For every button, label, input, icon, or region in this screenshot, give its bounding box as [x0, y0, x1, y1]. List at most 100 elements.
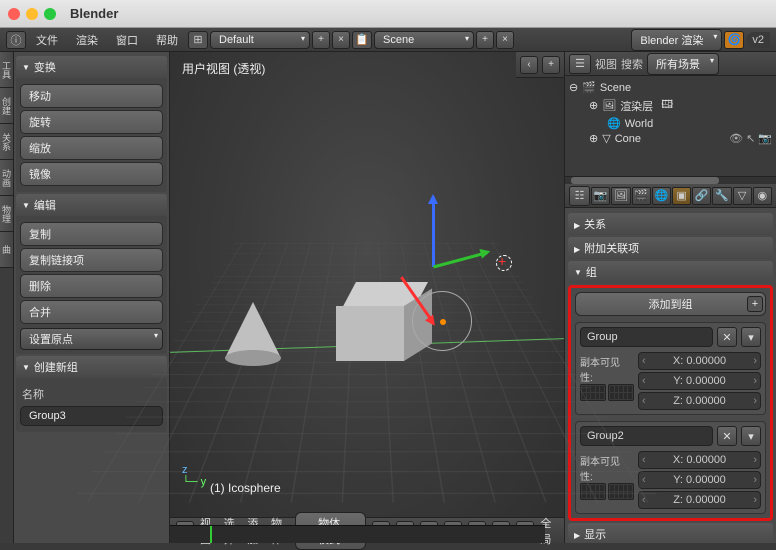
duplicate-linked-button[interactable]: 复制链接项	[20, 248, 163, 272]
join-button[interactable]: 合并	[20, 300, 163, 324]
add-to-group-button[interactable]: 添加到组 +	[575, 292, 766, 316]
remove-layout-button[interactable]: ×	[332, 31, 350, 49]
group-offset-x[interactable]: ‹X: 0.00000›	[638, 352, 761, 370]
tab-object[interactable]: ▣	[672, 187, 691, 205]
blender-logo-icon: 🌀	[724, 31, 744, 49]
tab-renderlayer[interactable]: 🖼	[611, 187, 630, 205]
transform-panel-header[interactable]: 变换	[16, 56, 167, 78]
tab-constraints[interactable]: 🔗	[692, 187, 711, 205]
active-object-label: (1) Icosphere	[210, 481, 281, 495]
vtab-tools[interactable]: 工具	[0, 52, 13, 88]
rotate-button[interactable]: 旋转	[20, 110, 163, 134]
minimize-window-button[interactable]	[26, 8, 38, 20]
renderable-camera-icon[interactable]: 📷	[758, 132, 772, 145]
outliner-search-menu[interactable]: 搜索	[621, 56, 643, 72]
render-engine-dropdown[interactable]: Blender 渲染	[631, 29, 722, 51]
dupli-layers-b[interactable]	[608, 384, 634, 401]
editor-type-icon[interactable]: ⓘ	[6, 31, 26, 49]
edit-panel-header[interactable]: 编辑	[16, 194, 167, 216]
tree-cone[interactable]: Cone	[615, 133, 641, 145]
remove-group-button[interactable]: ✕	[717, 426, 737, 446]
extra-relations-panel-header[interactable]: 附加关联项	[568, 237, 773, 259]
vtab-relations[interactable]: 关系	[0, 124, 13, 160]
disclosure-plus-icon[interactable]: ⊕	[589, 132, 598, 145]
vtab-curve[interactable]: 曲	[0, 232, 13, 268]
relations-panel-header[interactable]: 关系	[568, 213, 773, 235]
object-origin-gizmo	[412, 291, 472, 351]
delete-button[interactable]: 删除	[20, 274, 163, 298]
tree-world[interactable]: World	[625, 118, 654, 130]
tab-modifiers[interactable]: 🔧	[712, 187, 731, 205]
tab-render[interactable]: 📷	[591, 187, 610, 205]
duplicate-button[interactable]: 复制	[20, 222, 163, 246]
timeline[interactable]	[170, 525, 545, 543]
info-header: ⓘ 文件 渲染 窗口 帮助 ⊞ Default + × 📋 Scene + × …	[0, 28, 776, 52]
axis-orientation-gizmo: z└─ y	[182, 464, 206, 488]
group-offset-y[interactable]: ‹Y: 0.00000›	[638, 372, 761, 390]
scene-dropdown[interactable]: Scene	[374, 31, 474, 49]
timeline-playhead[interactable]	[210, 526, 212, 543]
scene-icon[interactable]: 📋	[352, 31, 372, 49]
group-menu-button[interactable]: ▾	[741, 327, 761, 347]
outliner-editor-icon[interactable]: ☰	[569, 54, 591, 74]
group-entry: Group ✕ ▾ 副本可见性: ‹X: 0.	[575, 322, 766, 415]
tab-data[interactable]: ▽	[733, 187, 752, 205]
group-offset-z[interactable]: ‹Z: 0.00000›	[638, 392, 761, 410]
3d-cursor[interactable]	[492, 251, 514, 273]
disclosure-minus-icon[interactable]: ⊖	[569, 81, 578, 94]
toolshelf-tabs: 工具 创建 关系 动画 物理 曲	[0, 52, 14, 543]
remove-group-button[interactable]: ✕	[717, 327, 737, 347]
vtab-create[interactable]: 创建	[0, 88, 13, 124]
image-datablock-icon: 🖽	[661, 96, 673, 115]
tree-scene[interactable]: Scene	[600, 82, 631, 94]
cone-object[interactable]	[225, 302, 281, 366]
screen-layout-dropdown[interactable]: Default	[210, 31, 310, 49]
outliner-scrollbar[interactable]	[565, 176, 776, 184]
set-origin-dropdown[interactable]: 设置原点	[20, 328, 163, 350]
display-panel-header[interactable]: 显示	[568, 523, 773, 543]
3d-viewport[interactable]: ‹ + 用户视图 (透视) z└─ y (1) Icosphere ◧ 视图 选…	[170, 52, 564, 543]
menu-help[interactable]: 帮助	[148, 32, 186, 48]
manipulator-z-axis[interactable]	[432, 197, 435, 267]
tab-scene[interactable]: 🎬	[632, 187, 651, 205]
tree-renderlayers[interactable]: 渲染层	[620, 98, 653, 114]
group-menu-button[interactable]: ▾	[741, 426, 761, 446]
menu-window[interactable]: 窗口	[108, 32, 146, 48]
add-layout-button[interactable]: +	[312, 31, 330, 49]
visibility-eye-icon[interactable]: 👁	[729, 132, 743, 145]
vtab-animation[interactable]: 动画	[0, 160, 13, 196]
menu-file[interactable]: 文件	[28, 32, 66, 48]
outliner-filter-dropdown[interactable]: 所有场景	[647, 53, 719, 75]
cube-object[interactable]	[330, 282, 412, 364]
properties-editor-icon[interactable]: ☷	[569, 186, 590, 206]
layout-icon[interactable]: ⊞	[188, 31, 208, 49]
vtab-physics[interactable]: 物理	[0, 196, 13, 232]
plus-icon[interactable]: +	[747, 296, 763, 312]
scale-button[interactable]: 缩放	[20, 136, 163, 160]
group-offset-y[interactable]: ‹Y: 0.00000›	[638, 471, 761, 489]
version-label: v2	[746, 32, 770, 48]
tab-world[interactable]: 🌐	[652, 187, 671, 205]
outliner[interactable]: ⊖🎬Scene ⊕🖼渲染层🖽 🌐World ⊕▽Cone 👁↖📷	[565, 76, 776, 176]
disclosure-plus-icon[interactable]: ⊕	[589, 99, 598, 112]
vp-collapse-icon[interactable]: ‹	[520, 56, 538, 74]
close-window-button[interactable]	[8, 8, 20, 20]
vp-plus-icon[interactable]: +	[542, 56, 560, 74]
tab-material[interactable]: ◉	[753, 187, 772, 205]
zoom-window-button[interactable]	[44, 8, 56, 20]
mirror-button[interactable]: 镜像	[20, 162, 163, 186]
translate-button[interactable]: 移动	[20, 84, 163, 108]
dupli-visibility-label: 副本可见性:	[580, 352, 632, 384]
group-offset-x[interactable]: ‹X: 0.00000›	[638, 451, 761, 469]
scene-icon: 🎬	[582, 81, 596, 94]
group-name-field[interactable]: Group	[580, 327, 713, 347]
view-perspective-label: 用户视图 (透视)	[182, 60, 265, 77]
outliner-view-menu[interactable]: 视图	[595, 56, 617, 72]
remove-scene-button[interactable]: ×	[496, 31, 514, 49]
group-panel-header[interactable]: 组	[568, 261, 773, 283]
world-icon: 🌐	[607, 117, 621, 130]
create-new-group-panel-header[interactable]: 创建新组	[16, 356, 167, 378]
selectable-cursor-icon[interactable]: ↖	[746, 132, 755, 145]
add-scene-button[interactable]: +	[476, 31, 494, 49]
menu-render[interactable]: 渲染	[68, 32, 106, 48]
